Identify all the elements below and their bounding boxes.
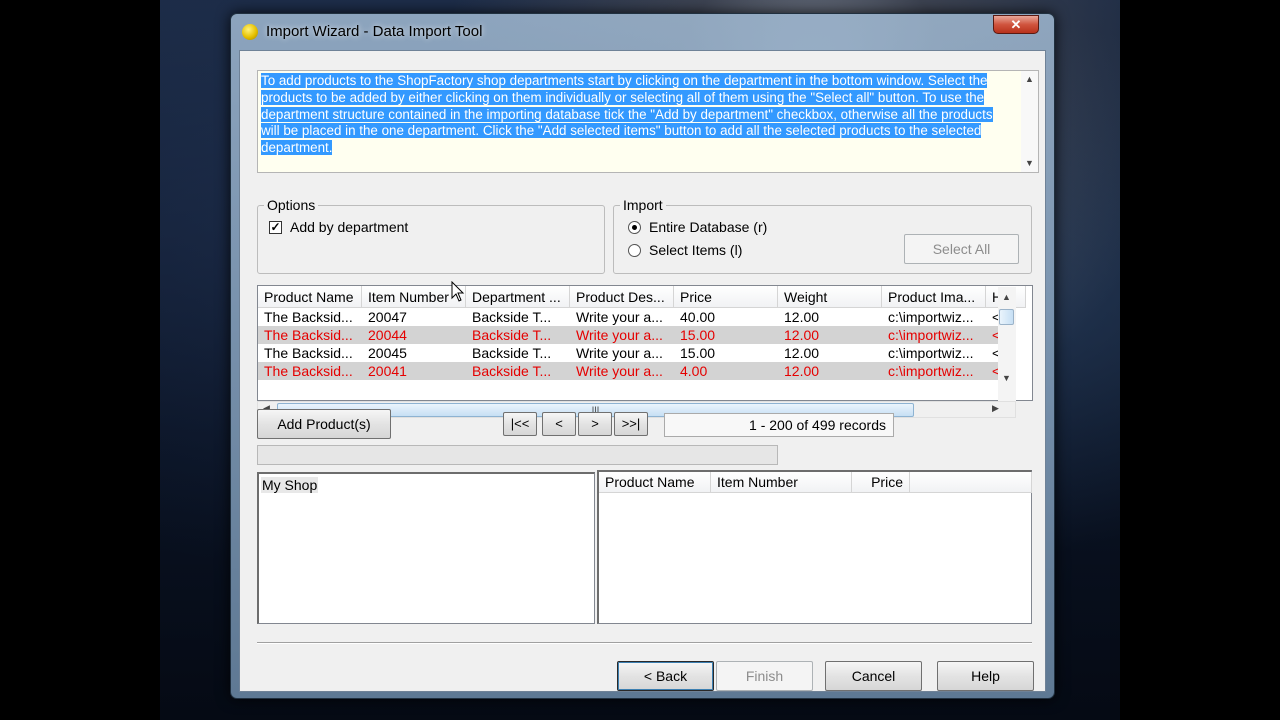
progress-bar <box>257 445 778 465</box>
scroll-right-arrow-icon[interactable]: ▶ <box>987 401 1004 416</box>
instructions-scrollbar[interactable]: ▲ ▼ <box>1021 71 1038 172</box>
table-row[interactable]: The Backsid... 20041 Backside T... Write… <box>258 362 1016 380</box>
grid-vertical-scrollbar[interactable]: ▲ ▼ <box>998 287 1016 403</box>
cell-weight: 12.00 <box>784 363 820 379</box>
import-group: Import Entire Database (r) Select Items … <box>613 197 1032 274</box>
select-items-label: Select Items (l) <box>649 242 743 258</box>
footer-separator <box>257 642 1032 644</box>
cell-price: 40.00 <box>680 309 716 325</box>
close-button[interactable]: ✕ <box>993 15 1039 34</box>
cell-image-path: c:\importwiz... <box>888 345 974 361</box>
import-group-label: Import <box>620 197 666 213</box>
entire-database-label: Entire Database (r) <box>649 219 768 235</box>
cell-price: 15.00 <box>680 345 716 361</box>
list-column-item-number[interactable]: Item Number <box>711 472 852 493</box>
column-header-product-name[interactable]: Product Name <box>258 286 362 308</box>
column-header-product-image[interactable]: Product Ima... <box>882 286 986 308</box>
select-all-button[interactable]: Select All <box>904 234 1019 264</box>
list-column-product-name[interactable]: Product Name <box>599 472 711 493</box>
cell-item-number: 20041 <box>368 363 407 379</box>
cell-weight: 12.00 <box>784 327 820 343</box>
tree-item-my-shop[interactable]: My Shop <box>261 477 319 493</box>
table-row[interactable]: The Backsid... 20044 Backside T... Write… <box>258 326 1016 344</box>
cell-price: 15.00 <box>680 327 716 343</box>
department-tree[interactable]: My Shop <box>257 472 595 624</box>
list-column-filler <box>910 472 1032 493</box>
cell-weight: 12.00 <box>784 345 820 361</box>
last-page-button[interactable]: >>| <box>614 412 648 436</box>
column-header-weight[interactable]: Weight <box>778 286 882 308</box>
window-title: Import Wizard - Data Import Tool <box>266 23 483 40</box>
scroll-up-arrow-icon[interactable]: ▲ <box>1021 71 1038 88</box>
cell-product-name: The Backsid... <box>264 309 353 325</box>
app-logo-icon <box>242 24 258 40</box>
add-by-department-label: Add by department <box>290 219 409 235</box>
options-group-label: Options <box>264 197 319 213</box>
first-page-button[interactable]: |<< <box>503 412 537 436</box>
cancel-button[interactable]: Cancel <box>825 661 922 691</box>
cell-item-number: 20045 <box>368 345 407 361</box>
instructions-textbox[interactable]: To add products to the ShopFactory shop … <box>257 70 1039 173</box>
cell-price: 4.00 <box>680 363 708 379</box>
cell-department: Backside T... <box>472 309 552 325</box>
add-products-button[interactable]: Add Product(s) <box>257 409 391 439</box>
column-header-department[interactable]: Department ... <box>466 286 570 308</box>
cell-description: Write your a... <box>576 327 663 343</box>
previous-page-button[interactable]: < <box>542 412 576 436</box>
cell-product-name: The Backsid... <box>264 345 353 361</box>
selected-products-list[interactable]: Product Name Item Number Price <box>597 470 1032 624</box>
list-header: Product Name Item Number Price <box>599 472 1032 493</box>
cell-weight: 12.00 <box>784 309 820 325</box>
cell-item-number: 20044 <box>368 327 407 343</box>
table-row[interactable]: The Backsid... 20047 Backside T... Write… <box>258 308 1016 326</box>
title-bar[interactable]: Import Wizard - Data Import Tool ✕ <box>231 14 1054 50</box>
cell-image-path: c:\importwiz... <box>888 363 974 379</box>
mouse-cursor-icon <box>451 281 465 302</box>
grid-vertical-scroll-thumb[interactable] <box>999 309 1014 325</box>
finish-button[interactable]: Finish <box>716 661 813 691</box>
grid-header: Product Name Item Number Department ... … <box>258 286 1026 308</box>
cell-product-name: The Backsid... <box>264 327 353 343</box>
wizard-client-area: To add products to the ShopFactory shop … <box>239 50 1046 692</box>
help-button[interactable]: Help <box>937 661 1034 691</box>
options-group: Options ✓ Add by department <box>257 197 605 274</box>
cell-image-path: c:\importwiz... <box>888 309 974 325</box>
cell-image-path: c:\importwiz... <box>888 327 974 343</box>
table-row[interactable]: The Backsid... 20045 Backside T... Write… <box>258 344 1016 362</box>
cell-description: Write your a... <box>576 345 663 361</box>
cell-description: Write your a... <box>576 309 663 325</box>
cell-department: Backside T... <box>472 327 552 343</box>
instructions-text: To add products to the ShopFactory shop … <box>261 73 993 156</box>
cell-department: Backside T... <box>472 345 552 361</box>
select-items-radio[interactable] <box>628 244 641 257</box>
entire-database-radio[interactable] <box>628 221 641 234</box>
next-page-button[interactable]: > <box>578 412 612 436</box>
cell-product-name: The Backsid... <box>264 363 353 379</box>
cell-description: Write your a... <box>576 363 663 379</box>
column-header-product-description[interactable]: Product Des... <box>570 286 674 308</box>
import-wizard-window: Import Wizard - Data Import Tool ✕ To ad… <box>230 13 1055 699</box>
add-by-department-checkbox[interactable]: ✓ <box>269 221 282 234</box>
column-header-price[interactable]: Price <box>674 286 778 308</box>
scroll-down-arrow-icon[interactable]: ▼ <box>1021 155 1038 172</box>
cell-department: Backside T... <box>472 363 552 379</box>
products-grid[interactable]: Product Name Item Number Department ... … <box>257 285 1033 401</box>
scroll-down-arrow-icon[interactable]: ▼ <box>998 370 1015 387</box>
scroll-up-arrow-icon[interactable]: ▲ <box>998 287 1015 307</box>
cell-item-number: 20047 <box>368 309 407 325</box>
back-button[interactable]: < Back <box>617 661 714 691</box>
list-column-price[interactable]: Price <box>852 472 910 493</box>
record-count-display: 1 - 200 of 499 records <box>664 413 894 437</box>
